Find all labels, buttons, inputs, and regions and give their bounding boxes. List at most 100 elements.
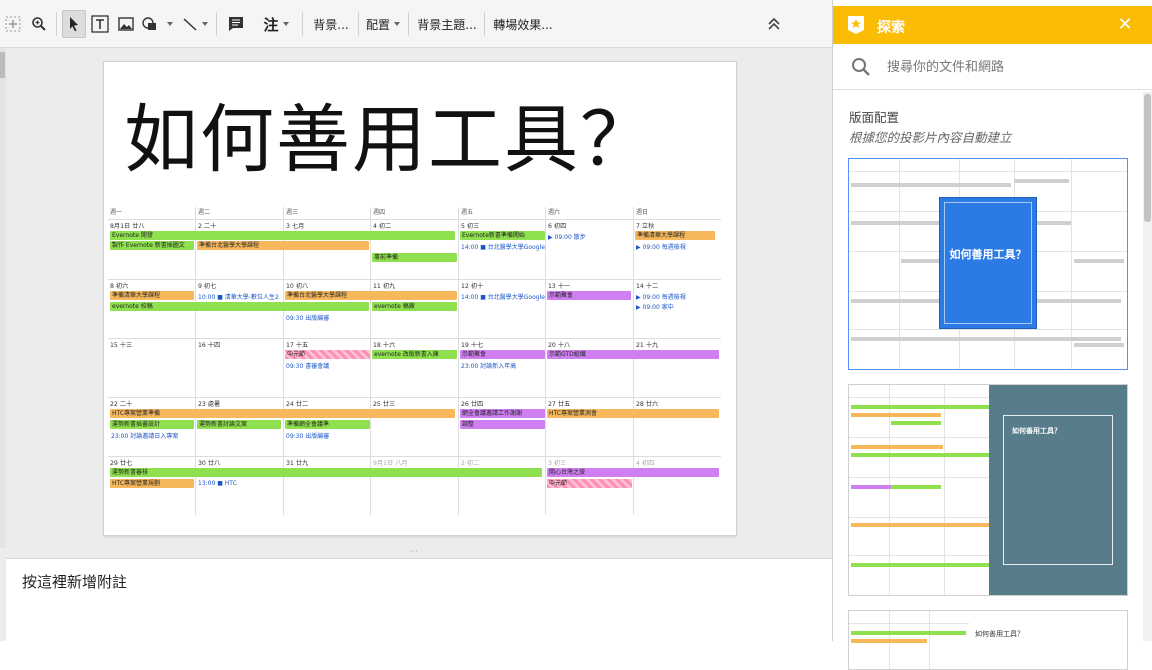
- calendar-day: 23 處暑: [198, 401, 221, 408]
- collapse-toolbar-icon[interactable]: [762, 10, 786, 38]
- transition-button[interactable]: 轉場效果...: [488, 10, 558, 38]
- calendar-day: 8 初六: [110, 283, 129, 290]
- weekday-header: 週一: [110, 209, 123, 216]
- calendar-day: 7 立秋: [636, 223, 655, 230]
- calendar-event: ▶ 09:00 每週檢視: [636, 244, 686, 251]
- thumbnail-title: 如何善用工具？: [1012, 427, 1061, 435]
- theme-button[interactable]: 背景主題...: [412, 10, 482, 38]
- calendar-image[interactable]: 週一 週二 週三 週四 週五 週六 週日 8月1日 廿八 2 二十 3 七月 4…: [108, 207, 721, 515]
- background-button[interactable]: 背景...: [306, 10, 356, 38]
- calendar-day: 30 廿八: [198, 460, 221, 467]
- calendar-day: 9 初七: [198, 283, 217, 290]
- calendar-event: 運勢新書討論文案: [197, 420, 281, 429]
- calendar-day: 29 廿七: [110, 460, 133, 467]
- toolbar-separator: [408, 12, 409, 36]
- layout-section-title: 版面配置: [849, 110, 900, 125]
- calendar-event: HTC專案營業準備: [110, 409, 455, 418]
- calendar-day: 2 二十: [198, 223, 217, 230]
- slide-canvas[interactable]: 如何善用工具？ 週一 週二 週三 週四 週五 週六 週日 8月1日 廿八 2 二…: [103, 61, 737, 536]
- calendar-day: 31 廿九: [286, 460, 309, 467]
- calendar-event: 示範聚會: [460, 350, 545, 359]
- toolbar-separator: [216, 12, 217, 36]
- calendar-event: evernote 稿廠: [372, 302, 457, 311]
- calendar-event: 準備台北醫學大學課程: [285, 291, 457, 300]
- speaker-notes-area[interactable]: 按這裡新增附註: [6, 558, 832, 641]
- calendar-day: 25 廿三: [373, 401, 396, 408]
- image-icon[interactable]: [114, 10, 138, 38]
- explore-search-input[interactable]: [887, 56, 1127, 78]
- toolbar-separator: [302, 12, 303, 36]
- calendar-event: 示範聚會: [547, 291, 631, 300]
- calendar-event: 中元節: [547, 479, 632, 488]
- calendar-event: 準備網全會議準: [285, 420, 370, 429]
- calendar-event: 開心台灣之旅: [547, 468, 719, 477]
- calendar-day: 27 廿五: [548, 401, 571, 408]
- explore-search-bar: [833, 44, 1152, 90]
- calendar-day: 24 廿二: [286, 401, 309, 408]
- weekday-header: 週四: [373, 209, 386, 216]
- calendar-event: evernote 校稿: [110, 302, 369, 311]
- thumbnail-title: 如何善用工具？: [949, 248, 1027, 261]
- thumbnail-title-box: 如何善用工具？: [989, 385, 1127, 595]
- calendar-day: 17 十五: [286, 342, 309, 349]
- slide-title[interactable]: 如何善用工具？: [124, 80, 656, 187]
- calendar-event: 中元節: [285, 350, 370, 359]
- calendar-event: 網全會議邀請工作謝謝: [460, 409, 545, 418]
- calendar-event: HTC專案營業測會: [547, 409, 719, 418]
- toolbar-separator: [358, 12, 359, 36]
- notes-resize-handle[interactable]: ···: [410, 548, 424, 556]
- calendar-event: ▶ 09:00 散步: [548, 234, 586, 241]
- calendar-day: 13 十一: [548, 283, 571, 290]
- calendar-event: Evernote 開發: [110, 231, 455, 240]
- text-box-icon[interactable]: [88, 10, 112, 38]
- notes-placeholder[interactable]: 按這裡新增附註: [22, 571, 127, 592]
- transition-label: 轉場效果...: [493, 17, 553, 32]
- select-cursor-icon[interactable]: [62, 10, 86, 38]
- comment-button[interactable]: 注: [258, 10, 294, 38]
- toolbar: 注 背景... 配置 背景主題... 轉場效果...: [0, 0, 832, 48]
- close-icon[interactable]: ✕: [1115, 15, 1135, 35]
- slide-editor: 如何善用工具？ 週一 週二 週三 週四 週五 週六 週日 8月1日 廿八 2 二…: [0, 48, 832, 641]
- calendar-event: Evernote新書準備開始: [460, 231, 545, 240]
- calendar-event: 準備清華大學課程: [110, 291, 194, 300]
- calendar-day: 16 十四: [198, 342, 221, 349]
- layout-suggestion-1[interactable]: 如何善用工具？: [848, 158, 1128, 370]
- layout-suggestion-3[interactable]: 如何善用工具？: [848, 610, 1128, 670]
- calendar-event: 23:00 討論新入年高: [461, 363, 517, 370]
- calendar-day: 6 初四: [548, 223, 567, 230]
- calendar-day: 10 初八: [286, 283, 309, 290]
- filmstrip-edge: [0, 48, 6, 548]
- calendar-event: 09:30 出版編審: [286, 315, 330, 322]
- calendar-event: 準備清華大學課程: [635, 231, 715, 240]
- weekday-header: 週六: [548, 209, 561, 216]
- explore-header: 探索 ✕: [833, 6, 1152, 44]
- calendar-event: 10:00 ■ 清華大學-數位人生2: [198, 294, 279, 301]
- calendar-day: 12 初十: [461, 283, 484, 290]
- calendar-day: 4 初四: [636, 460, 655, 467]
- calendar-day: 8月1日 廿八: [110, 223, 145, 230]
- explore-scrollbar[interactable]: [1143, 92, 1152, 641]
- calendar-event: 調整: [460, 420, 545, 429]
- comment-label: 注: [263, 15, 279, 34]
- calendar-day: 18 十六: [373, 342, 396, 349]
- line-icon[interactable]: [178, 10, 212, 38]
- background-label: 背景...: [313, 17, 349, 32]
- calendar-event: 23:00 討論邀請日入專案: [111, 433, 179, 440]
- calendar-event: 09:30 書審會議: [286, 363, 330, 370]
- insert-options-icon[interactable]: [2, 10, 24, 38]
- calendar-event: 運勢新書審核: [110, 468, 542, 477]
- weekday-header: 週日: [636, 209, 649, 216]
- weekday-header: 週五: [461, 209, 474, 216]
- layout-suggestion-2[interactable]: 如何善用工具？: [848, 384, 1128, 596]
- layout-button[interactable]: 配置: [362, 10, 404, 38]
- mini-calendar: [849, 611, 1127, 669]
- calendar-event: 14:00 ■ 台北醫學大學Google: [461, 294, 545, 301]
- thumbnail-title: 如何善用工具？: [975, 630, 1024, 638]
- shape-icon[interactable]: [140, 10, 174, 38]
- zoom-icon[interactable]: [28, 10, 50, 38]
- calendar-day: 28 廿六: [636, 401, 659, 408]
- layout-section-subtitle: 根據您的投影片內容自動建立: [849, 130, 1012, 145]
- calendar-event: 準備台北醫學大學課程: [197, 241, 369, 250]
- calendar-day: 3 初三: [548, 460, 567, 467]
- comment-icon[interactable]: [222, 10, 250, 38]
